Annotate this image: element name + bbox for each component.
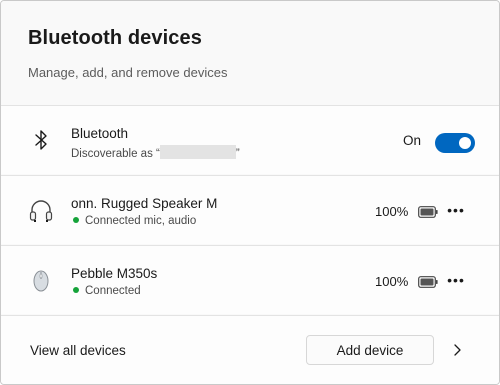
page-title: Bluetooth devices: [28, 27, 202, 49]
device-status-text: Connected mic, audio: [85, 215, 197, 227]
bluetooth-toggle[interactable]: [435, 133, 475, 153]
chevron-right-icon[interactable]: [449, 342, 465, 358]
bluetooth-discoverable-text: Discoverable as “ ”: [71, 145, 240, 160]
device-status: Connected mic, audio: [73, 215, 196, 227]
battery-percent: 100%: [375, 274, 409, 289]
battery-percent: 100%: [375, 204, 409, 219]
bluetooth-title: Bluetooth: [71, 126, 129, 141]
more-options-icon[interactable]: •••: [447, 271, 465, 289]
page-subtitle: Manage, add, and remove devices: [28, 65, 228, 80]
connected-dot-icon: [73, 217, 79, 223]
footer-row: View all devices Add device: [1, 315, 499, 384]
add-device-button[interactable]: Add device: [306, 335, 434, 365]
battery-icon: [418, 206, 438, 218]
battery-icon: [418, 276, 438, 288]
device-name: Pebble M350s: [71, 266, 158, 281]
bluetooth-toggle-label: On: [402, 133, 421, 148]
device-row[interactable]: Pebble M350s Connected 100% •••: [1, 245, 499, 314]
redacted-device-name: [159, 145, 236, 159]
device-status: Connected: [73, 285, 141, 297]
more-options-icon[interactable]: •••: [447, 201, 465, 219]
panel-header: Bluetooth devices Manage, add, and remov…: [1, 1, 499, 105]
device-row[interactable]: onn. Rugged Speaker M Connected mic, aud…: [1, 175, 499, 244]
view-all-devices-link[interactable]: View all devices: [30, 343, 126, 358]
toggle-knob: [459, 137, 471, 149]
discoverable-suffix: ”: [235, 148, 240, 160]
headphones-icon: [29, 200, 53, 222]
bluetooth-row: Bluetooth Discoverable as “ ” On: [1, 105, 499, 174]
bluetooth-icon: [35, 130, 47, 150]
device-name: onn. Rugged Speaker M: [71, 196, 218, 211]
device-status-text: Connected: [85, 285, 141, 297]
connected-dot-icon: [73, 287, 79, 293]
mouse-icon: [33, 270, 49, 292]
discoverable-prefix: Discoverable as “: [71, 148, 160, 160]
bluetooth-devices-panel: Bluetooth devices Manage, add, and remov…: [0, 0, 500, 385]
